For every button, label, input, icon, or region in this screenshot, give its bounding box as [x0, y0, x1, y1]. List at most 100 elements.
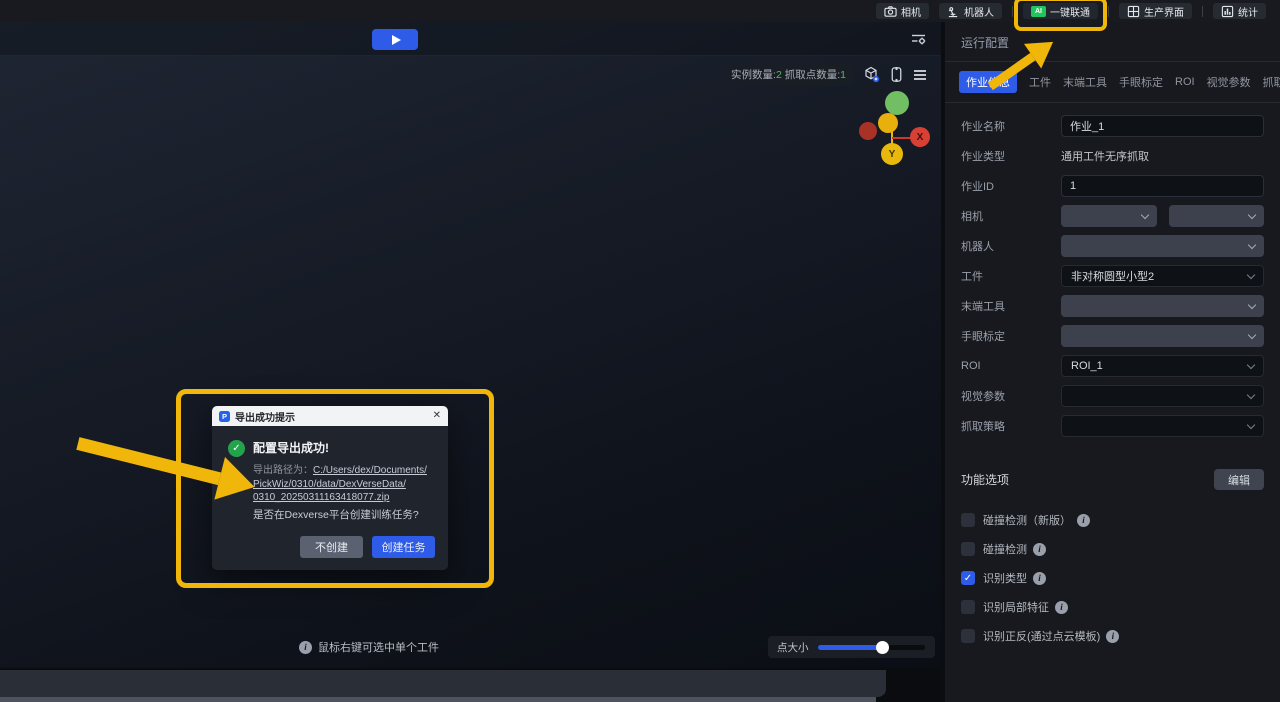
- option-recognition-type: ✓ 识别类型 i: [961, 570, 1264, 586]
- robot-select[interactable]: [1061, 235, 1264, 257]
- roi-select[interactable]: ROI_1: [1061, 355, 1264, 377]
- workpiece-label: 工件: [961, 268, 1061, 284]
- viewport-3d[interactable]: 实例数量:2 抓取点数量:1: [0, 22, 941, 668]
- tab-job-info[interactable]: 作业信息: [959, 71, 1017, 93]
- end-tool-label: 末端工具: [961, 298, 1061, 314]
- option-local-feature: 识别局部特征 i: [961, 599, 1264, 615]
- info-icon[interactable]: i: [1033, 543, 1046, 556]
- info-icon[interactable]: i: [1077, 514, 1090, 527]
- slider-fill: [818, 645, 883, 650]
- gizmo-y-label: Y: [889, 149, 896, 160]
- horizontal-scrollbar[interactable]: [0, 697, 876, 702]
- camera-select-1[interactable]: [1061, 205, 1157, 227]
- play-button[interactable]: [372, 29, 418, 50]
- cancel-create-button[interactable]: 不创建: [300, 536, 363, 558]
- job-name-input[interactable]: [1061, 115, 1264, 137]
- checkbox-collision-new[interactable]: [961, 513, 975, 527]
- chevron-down-icon: [1247, 270, 1255, 278]
- export-path-label: 导出路径为：: [253, 465, 313, 476]
- gizmo-z-back-handle[interactable]: [878, 113, 898, 133]
- export-path-link[interactable]: C:/Users/dex/Documents/: [313, 465, 427, 476]
- export-path-link[interactable]: 0310_20250311163418077.zip: [253, 491, 427, 505]
- topbar-camera-button[interactable]: 相机: [876, 3, 929, 19]
- instance-count-badge: 实例数量:2 抓取点数量:1: [723, 64, 854, 85]
- topbar-stats-button[interactable]: 统计: [1213, 3, 1266, 19]
- viewport-hint-text: 鼠标右键可选中单个工件: [318, 639, 439, 655]
- robot-label: 机器人: [961, 238, 1061, 254]
- info-icon[interactable]: i: [1106, 630, 1119, 643]
- job-id-input[interactable]: [1061, 175, 1264, 197]
- option-label: 碰撞检测（新版）: [983, 512, 1071, 528]
- production-grid-icon: [1127, 5, 1140, 18]
- function-options-title: 功能选项: [961, 471, 1009, 488]
- topbar: 相机 机器人 AI 一键联通 生产界面: [0, 0, 1280, 22]
- vision-params-label: 视觉参数: [961, 388, 1061, 404]
- dialog-message: 配置导出成功!: [253, 439, 427, 458]
- point-size-control: 点大小: [768, 636, 935, 658]
- grab-strategy-select[interactable]: [1061, 415, 1264, 437]
- menu-icon[interactable]: [913, 69, 927, 81]
- slider-thumb[interactable]: [876, 641, 889, 654]
- create-task-button[interactable]: 创建任务: [372, 536, 435, 558]
- tab-end-tool[interactable]: 末端工具: [1063, 74, 1107, 90]
- end-tool-select[interactable]: [1061, 295, 1264, 317]
- topbar-stats-label: 统计: [1238, 4, 1258, 19]
- gizmo-x-handle[interactable]: X: [910, 127, 930, 147]
- dialog-titlebar[interactable]: P 导出成功提示 ✕: [212, 406, 448, 426]
- tab-vision-params[interactable]: 视觉参数: [1207, 74, 1251, 90]
- tab-workpiece[interactable]: 工件: [1029, 74, 1051, 90]
- option-label: 识别类型: [983, 570, 1027, 586]
- panel-title: 运行配置: [945, 22, 1280, 62]
- edit-button[interactable]: 编辑: [1214, 469, 1264, 490]
- bottom-panel: [0, 670, 886, 697]
- topbar-divider: [1202, 6, 1203, 17]
- export-success-dialog: P 导出成功提示 ✕ ✓ 配置导出成功! 导出路径为：C:/Users/dex/…: [212, 406, 448, 570]
- tab-hand-eye[interactable]: 手眼标定: [1119, 74, 1163, 90]
- display-settings-icon[interactable]: [911, 32, 927, 51]
- robot-icon: [947, 5, 960, 18]
- instances-value: 2: [776, 69, 782, 81]
- tab-roi[interactable]: ROI: [1175, 76, 1195, 88]
- info-icon[interactable]: i: [1033, 572, 1046, 585]
- grab-points-label: 抓取点数量:: [785, 69, 840, 81]
- vision-params-select[interactable]: [1061, 385, 1264, 407]
- function-options-list: 碰撞检测（新版） i 碰撞检测 i ✓ 识别类型 i 识别局部特征 i 识别正反…: [945, 490, 1280, 644]
- roi-label: ROI: [961, 360, 1061, 372]
- export-path-link[interactable]: PickWiz/0310/data/DexVerseData/: [253, 478, 427, 492]
- option-collision-new: 碰撞检测（新版） i: [961, 512, 1264, 528]
- run-config-panel: 运行配置 作业信息 工件 末端工具 手眼标定 ROI 视觉参数 抓取策略 作业名…: [945, 22, 1280, 702]
- instances-label: 实例数量:: [731, 69, 776, 81]
- topbar-connect-label: 一键联通: [1050, 4, 1090, 19]
- info-icon[interactable]: i: [1055, 601, 1068, 614]
- topbar-production-button[interactable]: 生产界面: [1119, 3, 1192, 19]
- bounding-box-icon[interactable]: [889, 66, 904, 83]
- add-model-icon[interactable]: [863, 66, 880, 83]
- chevron-down-icon: [1247, 420, 1255, 428]
- workpiece-select[interactable]: 非对称圆型小型2: [1061, 265, 1264, 287]
- hand-eye-select[interactable]: [1061, 325, 1264, 347]
- app-window: 相机 机器人 AI 一键联通 生产界面: [0, 0, 1280, 702]
- topbar-divider: [1012, 6, 1013, 17]
- job-name-label: 作业名称: [961, 118, 1061, 134]
- topbar-robot-button[interactable]: 机器人: [939, 3, 1002, 19]
- checkbox-local-feature[interactable]: [961, 600, 975, 614]
- point-size-label: 点大小: [777, 640, 809, 655]
- camera-label: 相机: [961, 208, 1061, 224]
- checkbox-collision[interactable]: [961, 542, 975, 556]
- viewport-hint: i 鼠标右键可选中单个工件: [299, 639, 439, 655]
- camera-select-2[interactable]: [1169, 205, 1265, 227]
- checkbox-front-back[interactable]: [961, 629, 975, 643]
- tab-grab-strategy[interactable]: 抓取策略: [1263, 74, 1280, 90]
- dialog-title: 导出成功提示: [235, 409, 295, 424]
- topbar-one-key-connect-button[interactable]: AI 一键联通: [1023, 3, 1098, 19]
- gizmo-x-neg-handle[interactable]: [859, 122, 877, 140]
- dialog-body: ✓ 配置导出成功! 导出路径为：C:/Users/dex/Documents/ …: [212, 426, 448, 570]
- checkbox-recognition-type[interactable]: ✓: [961, 571, 975, 585]
- gizmo-y-handle[interactable]: Y: [881, 143, 903, 165]
- close-icon[interactable]: ✕: [433, 411, 441, 421]
- success-check-icon: ✓: [228, 440, 245, 457]
- option-label: 碰撞检测: [983, 541, 1027, 557]
- gizmo-z-handle[interactable]: [885, 91, 909, 115]
- point-size-slider[interactable]: [818, 645, 926, 650]
- camera-icon: [884, 5, 897, 18]
